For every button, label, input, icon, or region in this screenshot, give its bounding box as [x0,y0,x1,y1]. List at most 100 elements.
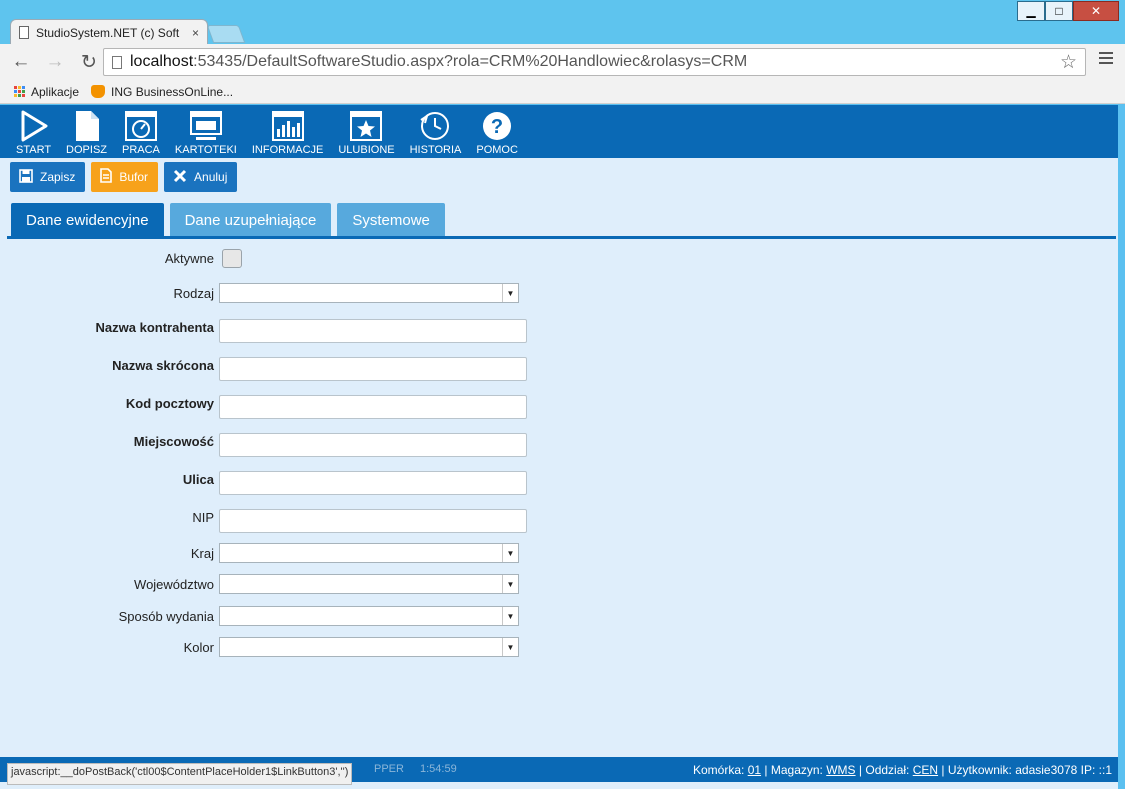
label-ulica: Ulica [182,471,214,487]
menu-kartoteki[interactable]: KARTOTEKI [170,105,242,156]
aktywne-checkbox[interactable] [222,248,242,268]
menu-historia[interactable]: HISTORIA [405,105,467,156]
bookmark-ing[interactable]: ING BusinessOnLine... [91,85,233,99]
label-rodzaj: Rodzaj [173,285,214,301]
bar-chart-icon [271,110,304,142]
window-border [1118,105,1125,789]
status-footer: PPER 1:54:59 javascript:__doPostBack('ct… [0,757,1118,785]
help-question-icon: ? [481,110,513,142]
tab-systemowe[interactable]: Systemowe [337,203,445,238]
address-bar[interactable]: localhost:53435/DefaultSoftwareStudio.as… [103,48,1086,76]
chevron-down-icon: ▼ [502,638,518,656]
close-icon [173,169,187,186]
menu-informacje[interactable]: INFORMACJE [247,105,329,156]
menu-label: KARTOTEKI [174,144,237,156]
buffer-label: Bufor [119,170,149,184]
kod-pocztowy-input[interactable] [219,395,527,419]
window-titlebar: StudioSystem.NET (c) Soft × ▁ □ ✕ [0,0,1125,45]
status-url-tooltip: javascript:__doPostBack('ctl00$ContentPl… [7,763,353,785]
miejscowosc-input[interactable] [219,433,527,457]
bookmark-star-icon[interactable]: ☆ [1060,51,1077,74]
ip-value: ::1 [1098,763,1112,777]
magazyn-link[interactable]: WMS [826,763,855,777]
tab-dane-uzupelniajace[interactable]: Dane uzupełniające [169,203,332,238]
oddzial-link[interactable]: CEN [913,763,938,777]
menu-label: ULUBIONE [338,144,395,156]
menu-praca[interactable]: PRACA [117,105,165,156]
history-clock-icon [419,110,451,142]
url-text: localhost:53435/DefaultSoftwareStudio.as… [130,53,747,71]
label-miejscowosc: Miejscowość [133,433,214,449]
menu-label: INFORMACJE [251,144,324,156]
page-icon [112,55,122,69]
close-tab-icon[interactable]: × [192,26,199,40]
window-controls: ▁ □ ✕ [1017,1,1119,21]
uzytkownik-label: Użytkownik: [947,763,1012,777]
tab-title: StudioSystem.NET (c) Soft [36,25,180,40]
chevron-down-icon: ▼ [502,607,518,625]
buffer-button[interactable]: Bufor [91,162,159,192]
wojewodztwo-select[interactable]: ▼ [219,574,519,594]
sposob-wydania-select[interactable]: ▼ [219,606,519,626]
ip-label: IP: [1080,763,1096,777]
nip-input[interactable] [219,509,527,533]
magazyn-label: Magazyn: [770,763,823,777]
save-label: Zapisz [40,170,76,184]
menu-label: START [16,144,52,156]
kolor-select[interactable]: ▼ [219,637,519,657]
menu-label: PRACA [122,144,160,156]
menu-pomoc[interactable]: ? POMOC [471,105,523,156]
menu-ulubione[interactable]: ULUBIONE [333,105,399,156]
menu-start[interactable]: START [11,105,56,156]
app-area: START DOPISZ PRACA KARTOTEKI INFORMACJE [0,105,1118,789]
label-nip: NIP [192,509,214,525]
monitor-icon [189,110,222,142]
form-tabs: Dane ewidencyjne Dane uzupełniające Syst… [11,203,451,238]
close-button[interactable]: ✕ [1073,1,1119,21]
footer-time: 1:54:59 [420,763,457,775]
tab-dane-ewidencyjne[interactable]: Dane ewidencyjne [11,203,164,238]
label-nazwa-kontrahenta: Nazwa kontrahenta [95,319,214,335]
label-wojewodztwo: Województwo [134,576,214,592]
chevron-down-icon: ▼ [502,544,518,562]
browser-toolbar: ← → ↻ localhost:53435/DefaultSoftwareStu… [0,44,1125,80]
footer-partial-text: PPER [374,763,404,775]
menu-label: POMOC [476,144,518,156]
ing-lion-icon [91,85,106,98]
kraj-select[interactable]: ▼ [219,543,519,563]
nazwa-kontrahenta-input[interactable] [219,319,527,343]
floppy-disk-icon [19,168,33,186]
rodzaj-select[interactable]: ▼ [219,283,519,303]
back-arrow-icon[interactable]: ← [8,51,34,73]
svg-text:?: ? [491,116,503,138]
page-icon [19,26,29,39]
reload-icon[interactable]: ↻ [76,51,102,74]
uzytkownik-value: adasie3078 [1015,763,1078,777]
maximize-button[interactable]: □ [1045,1,1073,21]
ulica-input[interactable] [219,471,527,495]
bookmarks-bar: Aplikacje ING BusinessOnLine... [0,80,1125,104]
footer-info: Komórka: 01 | Magazyn: WMS | Oddział: CE… [693,763,1112,777]
apps-grid-icon [14,86,25,97]
browser-menu-icon[interactable] [1099,52,1113,67]
browser-tab[interactable]: StudioSystem.NET (c) Soft × [10,19,208,45]
cancel-label: Anuluj [194,170,228,184]
label-sposob-wydania: Sposób wydania [118,608,214,624]
label-kod-pocztowy: Kod pocztowy [125,395,214,411]
menu-dopisz[interactable]: DOPISZ [61,105,112,156]
nazwa-skrocona-input[interactable] [219,357,527,381]
bookmark-apps[interactable]: Aplikacje [14,85,79,99]
new-document-icon [74,110,100,142]
new-tab-button[interactable] [206,25,246,43]
minimize-button[interactable]: ▁ [1017,1,1045,21]
save-button[interactable]: Zapisz [10,162,86,192]
play-icon [20,110,48,142]
forward-arrow-icon[interactable]: → [42,51,68,73]
label-nazwa-skrocona: Nazwa skrócona [112,357,214,373]
label-kraj: Kraj [190,545,214,561]
cancel-button[interactable]: Anuluj [164,162,238,192]
komorka-label: Komórka: [693,763,745,777]
komorka-link[interactable]: 01 [748,763,761,777]
chevron-down-icon: ▼ [502,284,518,302]
tab-underline [7,236,1116,239]
